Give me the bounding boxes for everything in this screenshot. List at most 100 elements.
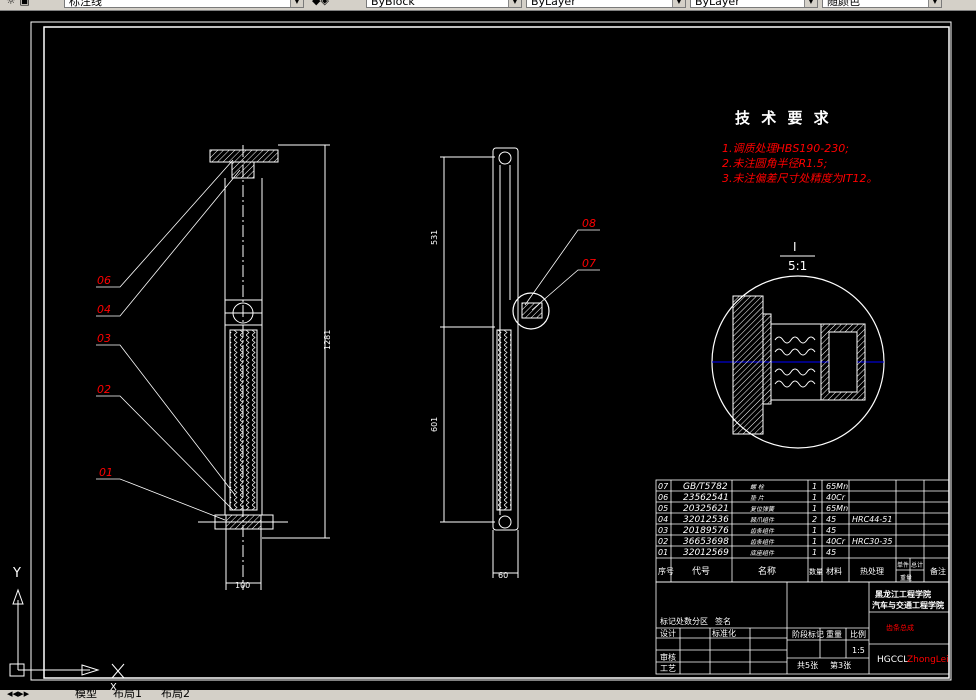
bom-cell-mat: 65Mn (826, 482, 848, 491)
tech-req-item-3: 3.未注偏差尺寸处精度为IT12。 (722, 172, 877, 185)
bom-cell-no: 07 (658, 482, 669, 491)
dim-lower: 601 (430, 417, 439, 432)
ucs-y-label: Y (12, 566, 21, 581)
tb-std: 标准化 (712, 628, 736, 638)
bom-hdr-total: 总计 (911, 561, 923, 569)
tb-author: ZhongLei (907, 655, 949, 665)
lightbulb-icon[interactable]: ☼ (6, 0, 16, 7)
linetype-dropdown-value: ByLayer (531, 0, 576, 8)
callout-01: 01 (99, 466, 113, 479)
linetype-dropdown[interactable]: ByLayer ▼ (526, 0, 686, 8)
bom-hdr-weight: 重量 (900, 574, 912, 582)
tb-design: 设计 (660, 628, 676, 638)
bom-cell-no: 04 (658, 515, 668, 524)
bom-cell-code: GB/T5782 (683, 482, 728, 492)
bom-hdr-no: 序号 (658, 566, 674, 576)
bom-cell-no: 02 (658, 537, 668, 546)
chevron-down-icon[interactable]: ▼ (672, 0, 685, 7)
callout-06: 06 (97, 274, 111, 287)
detail-view (711, 275, 885, 449)
bom-cell-name: 齿条组件 (750, 538, 775, 546)
bom-cell-mat: 45 (826, 515, 836, 524)
dim-width-right: 60 (498, 571, 508, 580)
bom-cell-name: 垫 片 (750, 494, 765, 502)
layer-dropdown-value: 标注线 (69, 0, 102, 8)
detail-label: I (793, 240, 797, 254)
bom-cell-mat: 65Mn (826, 504, 848, 513)
layer-icons[interactable]: ☼ ▣ (2, 0, 62, 8)
tb-dept: 汽车与交通工程学院 (872, 600, 944, 610)
plotstyle-dropdown-value: 随颜色 (827, 0, 860, 8)
tb-mark-row: 标记处数分区 (660, 616, 708, 626)
bom-cell-no: 03 (658, 526, 668, 535)
bom-cell-code: 36653698 (683, 537, 729, 547)
tab-layout1[interactable]: 布局1 (110, 690, 145, 700)
color-dropdown-value: ByBlock (371, 0, 415, 8)
bom-hdr-mat: 材料 (826, 566, 842, 576)
chevron-down-icon[interactable]: ▼ (804, 0, 817, 7)
bom-cell-name: 复位弹簧 (750, 505, 775, 513)
bom-hdr-single: 单件 (897, 561, 909, 569)
bom-hdr-note: 备注 (930, 566, 946, 576)
layer-tools[interactable]: ◆◈ (308, 0, 360, 8)
drawing-canvas[interactable]: 100 1281 06 04 03 02 01 531 601 60 08 07… (0, 10, 976, 690)
bom-hdr-code: 代号 (692, 566, 710, 577)
bom-cell-qty: 1 (812, 548, 817, 557)
tech-req-item-1: 1.调质处理HBS190-230; (722, 142, 849, 155)
tb-review: 审核 (660, 652, 676, 662)
chevron-down-icon[interactable]: ▼ (928, 0, 941, 7)
callout-03: 03 (97, 332, 111, 345)
front-view (198, 144, 330, 590)
chevron-down-icon[interactable]: ▼ (508, 0, 521, 7)
tb-ratio-label: 比例 (850, 629, 866, 639)
bom-cell-mat: 45 (826, 548, 836, 557)
chevron-down-icon[interactable]: ▼ (290, 0, 303, 7)
bom-cell-code: 32012569 (683, 548, 729, 558)
bom-cell-mat: 40Cr (826, 493, 846, 502)
bom-cell-code: 32012536 (683, 515, 729, 525)
tb-code: HGCCL (877, 655, 908, 665)
bom-hdr-name: 名称 (758, 565, 776, 577)
detail-scale: 5:1 (788, 259, 807, 273)
layer-dropdown[interactable]: 标注线 ▼ (64, 0, 304, 8)
color-dropdown[interactable]: ByBlock ▼ (366, 0, 522, 8)
lineweight-dropdown[interactable]: ByLayer ▼ (690, 0, 818, 8)
tab-layout2[interactable]: 布局2 (158, 690, 193, 700)
tb-weight: 重量 (826, 629, 842, 639)
tech-req-item-2: 2.未注圆角半径R1.5; (722, 157, 827, 170)
tech-req-title: 技 术 要 求 (735, 109, 832, 127)
plotstyle-dropdown[interactable]: 随颜色 ▼ (822, 0, 942, 8)
callout-lines-right (524, 229, 600, 311)
lock-icon[interactable]: ▣ (19, 0, 29, 7)
tb-total-sheets: 共5张 (797, 661, 818, 670)
tab-model[interactable]: 模型 (72, 690, 100, 700)
ucs-x-label: X (110, 682, 117, 690)
bom-cell-note: HRC30-35 (852, 537, 892, 546)
callout-07: 07 (582, 257, 596, 270)
bom-cell-no: 06 (658, 493, 668, 502)
bom-cell-qty: 1 (812, 537, 817, 546)
callout-04: 04 (97, 303, 111, 316)
layers-icon[interactable]: ◈ (320, 0, 328, 7)
tb-sheet: 第3张 (830, 660, 851, 670)
bom-cell-name: 齿条组件 (750, 527, 775, 535)
tab-nav-arrows[interactable]: ◂◂▸▸ (4, 690, 32, 700)
callout-02: 02 (97, 383, 111, 396)
callout-lines-left (96, 159, 241, 521)
bom-cell-code: 20189576 (683, 526, 729, 536)
tb-mark-stage: 阶段标记 (792, 629, 824, 639)
bom-cell-mat: 45 (826, 526, 836, 535)
tb-process: 工艺 (660, 664, 676, 673)
tb-signature: 签名 (715, 616, 731, 626)
bom-cell-qty: 2 (812, 515, 817, 524)
bom-hdr-qty: 数量 (809, 567, 823, 576)
bom-cell-qty: 1 (812, 526, 817, 535)
bom-cell-mat: 40Cr (826, 537, 846, 546)
bom-cell-note: HRC44-51 (852, 515, 892, 524)
dim-width-left: 100 (235, 581, 250, 590)
bom-cell-code: 23562541 (683, 493, 729, 503)
bom-hdr-heat: 热处理 (860, 566, 884, 576)
tb-drawing-name: 齿条总成 (886, 623, 914, 632)
bom-cell-name: 底座组件 (750, 549, 775, 557)
bom-cell-qty: 1 (812, 504, 817, 513)
